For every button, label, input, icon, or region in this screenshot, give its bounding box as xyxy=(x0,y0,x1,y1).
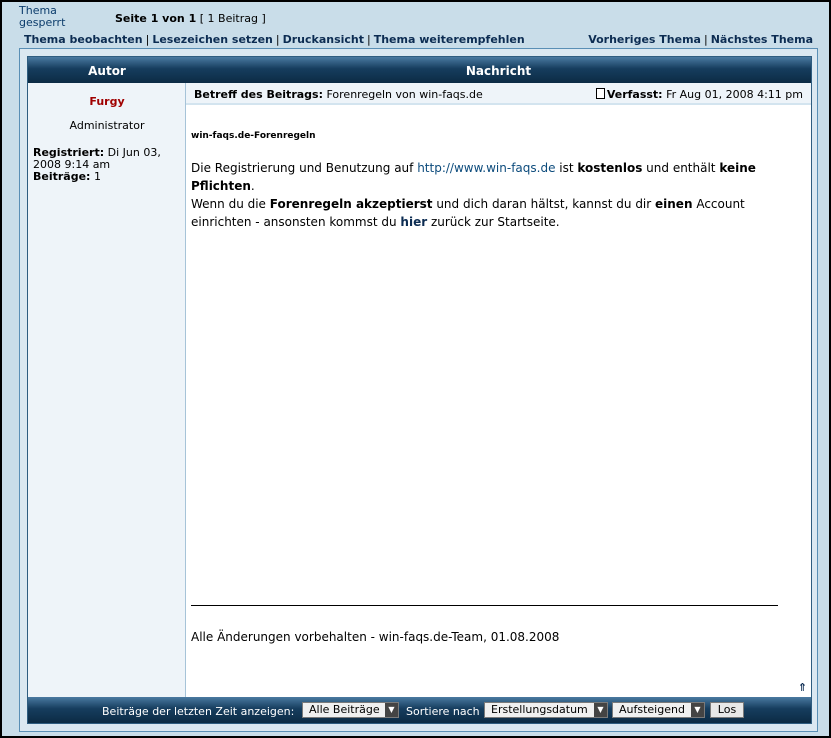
page-frame: Thema gesperrt Seite 1 von 1 [ 1 Beitrag… xyxy=(0,0,831,738)
text-span: und dich daran hältst, kannst du dir xyxy=(432,197,656,211)
author-rank: Administrator xyxy=(69,119,145,132)
subject-label: Betreff des Beitrags: xyxy=(194,88,323,101)
text-span: ist xyxy=(555,161,578,175)
post-count: [ 1 Beitrag ] xyxy=(199,12,266,25)
site-url-link[interactable]: http://www.win-faqs.de xyxy=(417,161,555,175)
post-date: Verfasst: Fr Aug 01, 2008 4:11 pm xyxy=(595,88,803,101)
previous-topic-link[interactable]: Vorheriges Thema xyxy=(588,33,701,46)
topic-actions: Thema beobachten | Lesezeichen setzen | Druc… xyxy=(24,33,525,46)
home-link[interactable]: hier xyxy=(400,215,427,229)
bold-text: Forenregeln akzeptierst xyxy=(269,197,433,211)
text-span: Die Registrierung und Benutzung auf xyxy=(191,161,418,175)
post-table: Autor Nachricht Furgy Administrator Regi… xyxy=(27,56,812,724)
sort-by-label: Sortiere nach xyxy=(406,705,480,718)
posts-value: 1 xyxy=(93,170,101,183)
show-posts-select[interactable]: Alle Beiträge ▼ xyxy=(302,702,399,718)
author-name[interactable]: Furgy xyxy=(28,95,186,108)
sort-by-value: Erstellungsdatum xyxy=(491,703,588,716)
recommend-topic-link[interactable]: Thema weiterempfehlen xyxy=(374,33,525,46)
show-posts-value: Alle Beiträge xyxy=(309,703,380,716)
watch-topic-link[interactable]: Thema beobachten xyxy=(24,33,143,46)
bold-text: kostenlos xyxy=(577,161,643,175)
topic-navigation: Vorheriges Thema | Nächstes Thema xyxy=(588,33,813,46)
topic-locked-label: Thema gesperrt xyxy=(19,4,66,29)
bold-text: einen xyxy=(655,197,693,211)
author-column-header: Autor xyxy=(88,64,126,78)
post-subject: Betreff des Beitrags: Forenregeln von wi… xyxy=(194,88,483,101)
subject-value: Forenregeln von win-faqs.de xyxy=(326,88,483,101)
table-header: Autor Nachricht xyxy=(28,57,811,83)
post-container: Autor Nachricht Furgy Administrator Regi… xyxy=(19,48,818,732)
page-label: Seite 1 von 1 xyxy=(115,12,197,25)
back-to-top-icon[interactable]: ⇑ xyxy=(798,681,807,694)
post-body: win-faqs.de-Forenregeln Die Registrierun… xyxy=(191,127,801,231)
text-span: Wenn du die xyxy=(191,197,270,211)
next-topic-link[interactable]: Nächstes Thema xyxy=(711,33,813,46)
message-panel: Betreff des Beitrags: Forenregeln von wi… xyxy=(186,83,811,697)
message-column-header: Nachricht xyxy=(465,64,532,78)
paragraph-registration: Die Registrierung und Benutzung auf http… xyxy=(191,159,801,195)
dropdown-arrow-icon: ▼ xyxy=(691,703,704,717)
go-button[interactable]: Los xyxy=(710,702,744,718)
pagination-info: Seite 1 von 1 [ 1 Beitrag ] xyxy=(115,12,266,25)
posted-label: Verfasst: xyxy=(606,88,663,101)
signature-divider xyxy=(191,605,778,606)
author-meta: Registriert: Di Jun 03, 2008 9:14 am Bei… xyxy=(33,147,183,183)
post-header: Betreff des Beitrags: Forenregeln von wi… xyxy=(186,83,811,105)
post-document-icon[interactable] xyxy=(595,88,605,99)
paragraph-rules: Wenn du die Forenregeln akzeptierst und … xyxy=(191,195,801,231)
dropdown-arrow-icon: ▼ xyxy=(385,703,398,717)
display-options-bar: Beiträge der letzten Zeit anzeigen: Alle… xyxy=(28,697,811,723)
signature-text: Alle Änderungen vorbehalten - win-faqs.d… xyxy=(191,630,560,644)
text-span: zurück zur Startseite. xyxy=(427,215,560,229)
text-span: und enthält xyxy=(642,161,720,175)
sort-order-value: Aufsteigend xyxy=(619,703,685,716)
dropdown-arrow-icon: ▼ xyxy=(594,703,607,717)
posted-value: Fr Aug 01, 2008 4:11 pm xyxy=(666,88,803,101)
bookmark-link[interactable]: Lesezeichen setzen xyxy=(152,33,273,46)
sort-by-select[interactable]: Erstellungsdatum ▼ xyxy=(484,702,608,718)
author-panel: Furgy Administrator Registriert: Di Jun … xyxy=(28,83,186,697)
post-heading: win-faqs.de-Forenregeln xyxy=(191,131,316,141)
text-span: . xyxy=(250,179,255,193)
posts-label: Beiträge: xyxy=(33,170,91,183)
show-posts-label: Beiträge der letzten Zeit anzeigen: xyxy=(102,705,295,718)
sort-order-select[interactable]: Aufsteigend ▼ xyxy=(612,702,705,718)
print-view-link[interactable]: Druckansicht xyxy=(283,33,364,46)
